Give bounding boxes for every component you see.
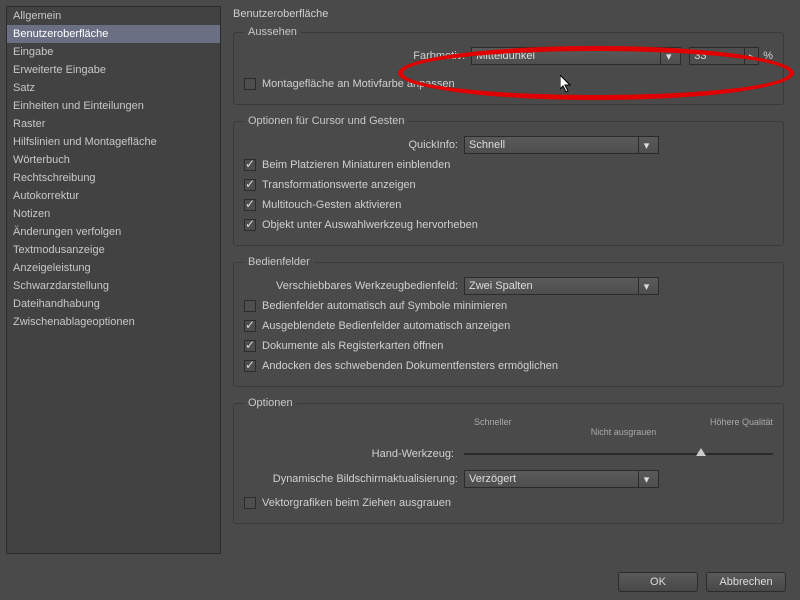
sidebar-item[interactable]: Eingabe [7, 43, 220, 61]
greek-vectors-label: Vektorgrafiken beim Ziehen ausgrauen [262, 497, 451, 509]
chevron-down-icon: ▾ [638, 137, 654, 153]
slider-tick-center: Nicht ausgrauen [474, 427, 773, 437]
percent-label: % [759, 50, 773, 62]
sidebar-item[interactable]: Raster [7, 115, 220, 133]
sidebar-item[interactable]: Rechtschreibung [7, 169, 220, 187]
brightness-value: 33 [690, 50, 744, 62]
checkbox-label: Ausgeblendete Bedienfelder automatisch a… [262, 320, 510, 332]
redraw-dropdown[interactable]: Verzögert ▾ [464, 470, 659, 488]
checkbox[interactable] [244, 340, 256, 352]
checkbox-label: Andocken des schwebenden Dokumentfenster… [262, 360, 558, 372]
slider-tick-left: Schneller [474, 417, 512, 427]
checkbox[interactable] [244, 360, 256, 372]
sidebar-item[interactable]: Erweiterte Eingabe [7, 61, 220, 79]
stepper-icon: ▸ [744, 48, 758, 64]
sidebar-item[interactable]: Hilfslinien und Montagefläche [7, 133, 220, 151]
checkbox-label: Dokumente als Registerkarten öffnen [262, 340, 443, 352]
redraw-value: Verzögert [469, 473, 634, 485]
category-list[interactable]: AllgemeinBenutzeroberflächeEingabeErweit… [6, 6, 221, 554]
sidebar-item[interactable]: Anzeigeleistung [7, 259, 220, 277]
checkbox[interactable] [244, 219, 256, 231]
redraw-label: Dynamische Bildschirmaktualisierung: [244, 473, 464, 485]
slider-thumb-icon[interactable] [696, 448, 706, 456]
hand-tool-label: Hand-Werkzeug: [244, 448, 464, 460]
chevron-down-icon: ▾ [638, 278, 654, 294]
sidebar-item[interactable]: Satz [7, 79, 220, 97]
quickinfo-dropdown[interactable]: Schnell ▾ [464, 136, 659, 154]
panels-group: Bedienfelder Verschiebbares Werkzeugbedi… [233, 256, 784, 387]
sidebar-item[interactable]: Wörterbuch [7, 151, 220, 169]
toolpanel-label: Verschiebbares Werkzeugbedienfeld: [244, 280, 464, 292]
checkbox-label: Objekt unter Auswahlwerkzeug hervorheben [262, 219, 478, 231]
color-theme-value: Mitteldunkel [476, 50, 656, 62]
match-pasteboard-checkbox[interactable] [244, 78, 256, 90]
sidebar-item[interactable]: Einheiten und Einteilungen [7, 97, 220, 115]
sidebar-item[interactable]: Dateihandhabung [7, 295, 220, 313]
appearance-legend: Aussehen [244, 26, 301, 38]
checkbox[interactable] [244, 320, 256, 332]
cursor-group: Optionen für Cursor und Gesten QuickInfo… [233, 115, 784, 246]
checkbox[interactable] [244, 199, 256, 211]
brightness-input[interactable]: 33 ▸ [689, 47, 759, 65]
color-theme-dropdown[interactable]: Mitteldunkel ▾ [471, 47, 681, 65]
chevron-down-icon: ▾ [660, 48, 676, 64]
checkbox-label: Multitouch-Gesten aktivieren [262, 199, 401, 211]
sidebar-item[interactable]: Notizen [7, 205, 220, 223]
page-title: Benutzeroberfläche [233, 6, 784, 26]
greek-vectors-checkbox[interactable] [244, 497, 256, 509]
sidebar-item[interactable]: Zwischenablageoptionen [7, 313, 220, 331]
options-legend: Optionen [244, 397, 297, 409]
checkbox[interactable] [244, 300, 256, 312]
color-theme-label: Farbmotiv: [413, 50, 471, 62]
checkbox-label: Transformationswerte anzeigen [262, 179, 416, 191]
cancel-button[interactable]: Abbrechen [706, 572, 786, 592]
sidebar-item[interactable]: Autokorrektur [7, 187, 220, 205]
ok-button[interactable]: OK [618, 572, 698, 592]
panels-legend: Bedienfelder [244, 256, 314, 268]
match-pasteboard-label: Montagefläche an Motivfarbe anpassen [262, 78, 455, 90]
sidebar-item[interactable]: Benutzeroberfläche [7, 25, 220, 43]
toolpanel-dropdown[interactable]: Zwei Spalten ▾ [464, 277, 659, 295]
checkbox-label: Beim Platzieren Miniaturen einblenden [262, 159, 450, 171]
appearance-group: Aussehen Farbmotiv: Mitteldunkel ▾ 33 ▸ … [233, 26, 784, 105]
checkbox-label: Bedienfelder automatisch auf Symbole min… [262, 300, 507, 312]
toolpanel-value: Zwei Spalten [469, 280, 634, 292]
sidebar-item[interactable]: Textmodusanzeige [7, 241, 220, 259]
checkbox[interactable] [244, 179, 256, 191]
quickinfo-value: Schnell [469, 139, 634, 151]
quickinfo-label: QuickInfo: [244, 139, 464, 151]
slider-tick-right: Höhere Qualität [710, 417, 773, 427]
sidebar-item[interactable]: Änderungen verfolgen [7, 223, 220, 241]
checkbox[interactable] [244, 159, 256, 171]
hand-tool-slider[interactable] [464, 453, 773, 455]
chevron-down-icon: ▾ [638, 471, 654, 487]
sidebar-item[interactable]: Allgemein [7, 7, 220, 25]
options-group: Optionen Schneller Höhere Qualität Nicht… [233, 397, 784, 524]
sidebar-item[interactable]: Schwarzdarstellung [7, 277, 220, 295]
cursor-legend: Optionen für Cursor und Gesten [244, 115, 409, 127]
